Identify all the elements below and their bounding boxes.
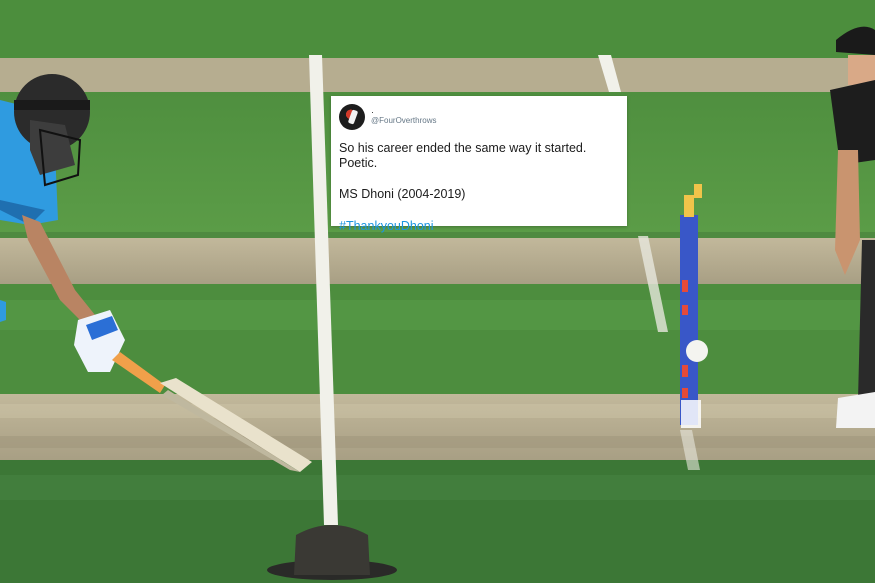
cricket-ball — [686, 340, 708, 362]
tweet-card: · @FourOverthrows So his career ended th… — [331, 96, 627, 233]
tweet-text-line-2: MS Dhoni (2004-2019) — [339, 187, 466, 201]
cricket-run-out-photo — [0, 0, 875, 583]
tweet-hashtag[interactable]: #ThankyouDhoni — [339, 219, 619, 234]
user-avatar[interactable] — [339, 104, 365, 130]
tweet-text-line-1: So his career ended the same way it star… — [339, 141, 587, 170]
tweet-header: · @FourOverthrows — [339, 102, 619, 132]
tweet-display-name: · — [371, 107, 374, 117]
tweet-handle[interactable]: @FourOverthrows — [371, 116, 436, 126]
